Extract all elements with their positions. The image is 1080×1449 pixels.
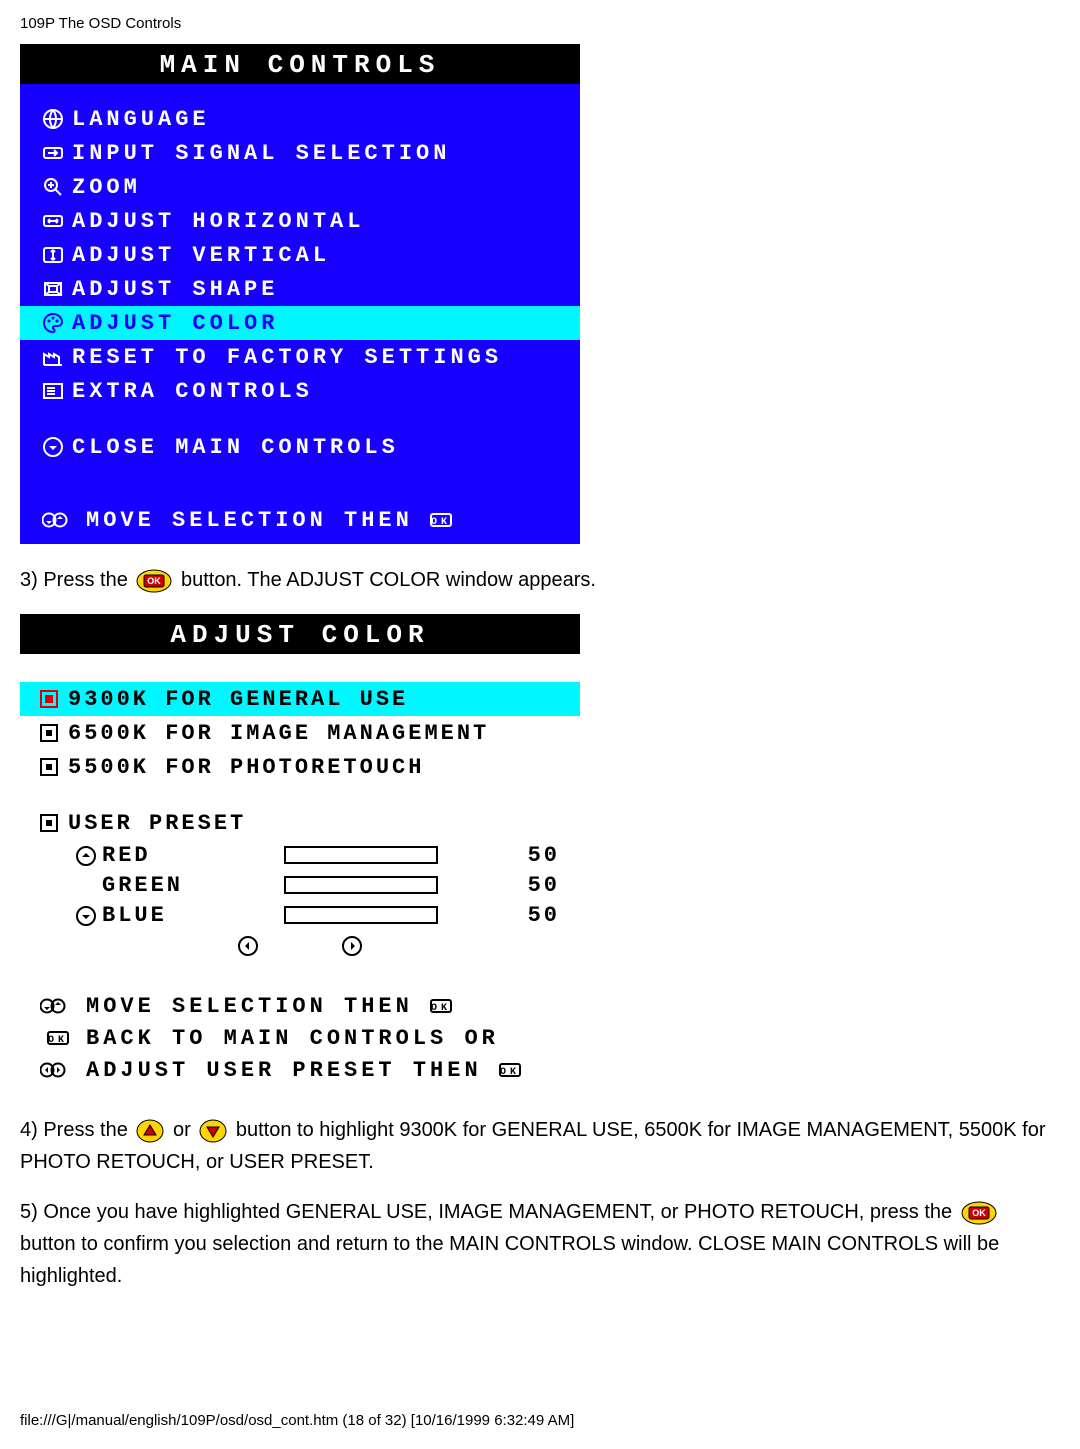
leftright-icon — [34, 1058, 86, 1082]
menu-label: ADJUST COLOR — [72, 311, 278, 336]
option-label: USER PRESET — [68, 811, 246, 836]
preset-blue-row[interactable]: BLUE 50 — [20, 900, 580, 930]
input-icon — [34, 141, 72, 165]
zoom-icon — [34, 175, 72, 199]
channel-name: GREEN — [102, 873, 232, 898]
menu-item-zoom[interactable]: ZOOM — [20, 170, 580, 204]
step3-prefix: 3) Press the — [20, 569, 133, 591]
menu-label: ADJUST VERTICAL — [72, 243, 330, 268]
menu-label: ZOOM — [72, 175, 141, 200]
right-icon — [340, 934, 364, 958]
main-controls-body: LANGUAGE INPUT SIGNAL SELECTION ZOOM ADJ… — [20, 84, 580, 496]
ok-button-icon — [961, 1201, 997, 1225]
menu-label: EXTRA CONTROLS — [72, 379, 313, 404]
hint-text: BACK TO MAIN CONTROLS OR — [86, 1026, 499, 1051]
menu-item-language[interactable]: LANGUAGE — [20, 102, 580, 136]
left-right-hint — [20, 930, 580, 962]
color-option-9300k[interactable]: 9300K FOR GENERAL USE — [20, 682, 580, 716]
shape-icon — [34, 277, 72, 301]
step5-prefix: 5) Once you have highlighted GENERAL USE… — [20, 1201, 958, 1223]
menu-item-adjust-horizontal[interactable]: ADJUST HORIZONTAL — [20, 204, 580, 238]
menu-item-adjust-shape[interactable]: ADJUST SHAPE — [20, 272, 580, 306]
vert-icon — [34, 243, 72, 267]
color-option-5500k[interactable]: 5500K FOR PHOTORETOUCH — [20, 750, 580, 784]
ok-icon — [498, 1058, 526, 1082]
radio-icon — [30, 755, 68, 779]
palette-icon — [34, 311, 72, 335]
menu-item-adjust-vertical[interactable]: ADJUST VERTICAL — [20, 238, 580, 272]
channel-name: BLUE — [102, 903, 232, 928]
menu-label: LANGUAGE — [72, 107, 210, 132]
option-label: 5500K FOR PHOTORETOUCH — [68, 755, 424, 780]
menu-item-adjust-color[interactable]: ADJUST COLOR — [20, 306, 580, 340]
globe-icon — [34, 107, 72, 131]
menu-label: ADJUST SHAPE — [72, 277, 278, 302]
menu-item-input-signal[interactable]: INPUT SIGNAL SELECTION — [20, 136, 580, 170]
blue-slider[interactable] — [232, 906, 490, 924]
adjust-color-footer: MOVE SELECTION THEN BACK TO MAIN CONTROL… — [20, 982, 580, 1094]
down-icon — [34, 435, 72, 459]
step4-prefix: 4) Press the — [20, 1119, 133, 1141]
updown-icon — [34, 508, 86, 532]
adjust-color-osd: ADJUST COLOR 9300K FOR GENERAL USE 6500K… — [20, 614, 580, 1094]
option-label: 6500K FOR IMAGE MANAGEMENT — [68, 721, 489, 746]
step-3-instruction: 3) Press the button. The ADJUST COLOR wi… — [20, 564, 1060, 596]
color-option-user-preset[interactable]: USER PRESET — [20, 806, 580, 840]
ok-icon — [34, 1026, 86, 1050]
horiz-icon — [34, 209, 72, 233]
menu-label: INPUT SIGNAL SELECTION — [72, 141, 450, 166]
ok-icon — [429, 994, 457, 1018]
doc-header: 109P The OSD Controls — [20, 15, 1060, 32]
green-slider[interactable] — [232, 876, 490, 894]
down-icon — [68, 904, 102, 926]
preset-red-row[interactable]: RED 50 — [20, 840, 580, 870]
doc-footer: file:///G|/manual/english/109P/osd/osd_c… — [20, 1412, 1060, 1449]
green-value: 50 — [490, 873, 570, 898]
step-4-instruction: 4) Press the or button to highlight 9300… — [20, 1114, 1060, 1178]
radio-icon — [30, 721, 68, 745]
updown-icon — [34, 994, 86, 1018]
step5-suffix: button to confirm you selection and retu… — [20, 1233, 999, 1287]
menu-label: ADJUST HORIZONTAL — [72, 209, 364, 234]
step4-mid: or — [173, 1119, 196, 1141]
preset-green-row[interactable]: GREEN 50 — [20, 870, 580, 900]
main-controls-footer: MOVE SELECTION THEN — [20, 496, 580, 544]
menu-item-extra-controls[interactable]: EXTRA CONTROLS — [20, 374, 580, 408]
extra-icon — [34, 379, 72, 403]
step-5-instruction: 5) Once you have highlighted GENERAL USE… — [20, 1196, 1060, 1292]
menu-label: CLOSE MAIN CONTROLS — [72, 435, 399, 460]
red-slider[interactable] — [232, 846, 490, 864]
radio-icon — [30, 811, 68, 835]
hint-text: MOVE SELECTION THEN — [86, 508, 413, 533]
adjust-color-title: ADJUST COLOR — [20, 614, 580, 654]
ok-button-icon — [136, 569, 172, 593]
menu-item-close[interactable]: CLOSE MAIN CONTROLS — [20, 430, 580, 464]
step3-suffix: button. The ADJUST COLOR window appears. — [181, 569, 596, 591]
main-controls-title: MAIN CONTROLS — [20, 44, 580, 84]
hint-text: MOVE SELECTION THEN — [86, 994, 413, 1019]
color-option-6500k[interactable]: 6500K FOR IMAGE MANAGEMENT — [20, 716, 580, 750]
option-label: 9300K FOR GENERAL USE — [68, 687, 408, 712]
main-controls-osd: MAIN CONTROLS LANGUAGE INPUT SIGNAL SELE… — [20, 44, 580, 544]
radio-selected-icon — [30, 687, 68, 711]
up-button-icon — [136, 1119, 164, 1143]
ok-icon — [429, 508, 457, 532]
left-icon — [236, 934, 260, 958]
adjust-color-body: 9300K FOR GENERAL USE 6500K FOR IMAGE MA… — [20, 654, 580, 982]
factory-icon — [34, 345, 72, 369]
up-icon — [68, 844, 102, 866]
menu-item-factory-reset[interactable]: RESET TO FACTORY SETTINGS — [20, 340, 580, 374]
menu-label: RESET TO FACTORY SETTINGS — [72, 345, 502, 370]
blue-value: 50 — [490, 903, 570, 928]
hint-text: ADJUST USER PRESET THEN — [86, 1058, 482, 1083]
down-button-icon — [199, 1119, 227, 1143]
channel-name: RED — [102, 843, 232, 868]
red-value: 50 — [490, 843, 570, 868]
